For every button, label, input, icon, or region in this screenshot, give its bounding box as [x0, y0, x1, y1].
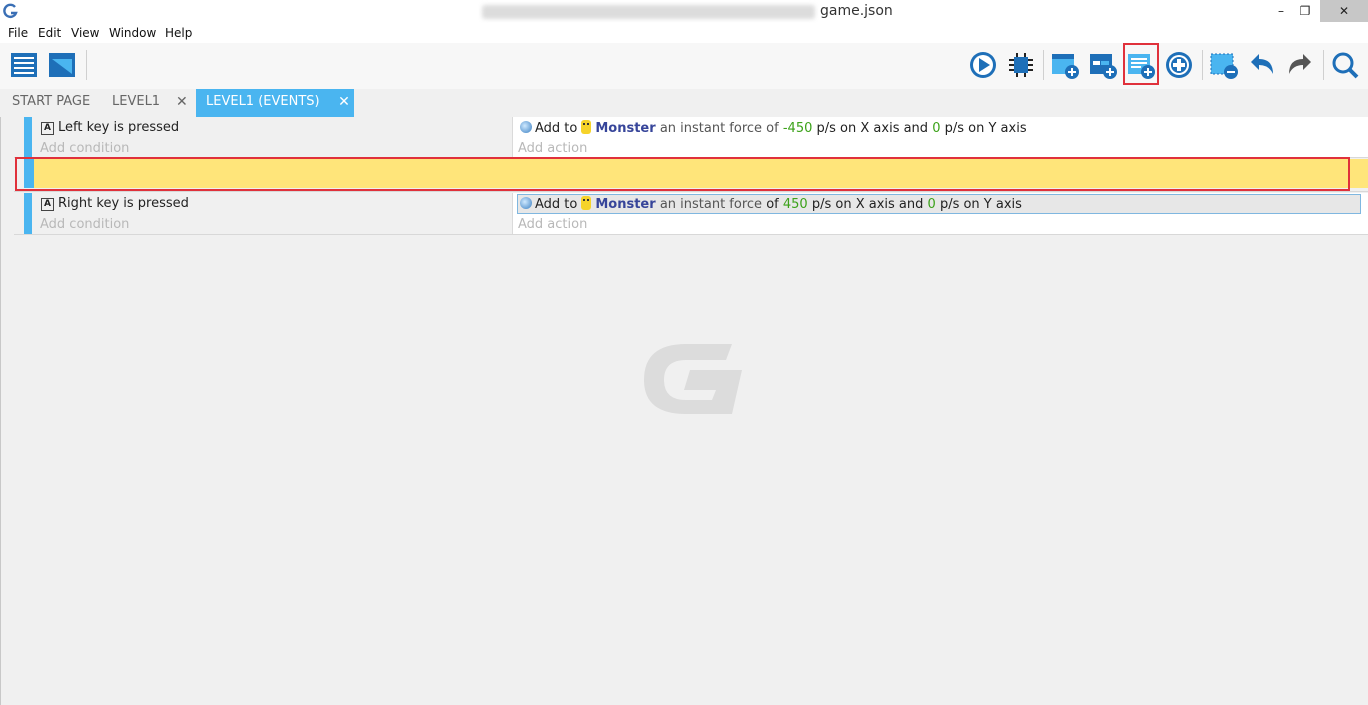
- toolbar: [0, 43, 1368, 89]
- action-object: Monster: [595, 121, 656, 136]
- add-new-icon[interactable]: [1164, 50, 1194, 80]
- title-bar: game.json – ❐ ✕: [0, 0, 1368, 23]
- condition-key: Left: [58, 120, 83, 135]
- event-1-action[interactable]: Add to Monster an instant force of -450 p…: [520, 120, 1027, 136]
- tab-bar: START PAGE LEVEL1 ✕ LEVEL1 (EVENTS) ✕: [0, 89, 1368, 117]
- search-icon[interactable]: [1330, 50, 1360, 80]
- action-y-unit: p/s on Y axis: [939, 197, 1022, 212]
- condition-text: key is pressed: [96, 196, 189, 211]
- toolbar-separator: [1323, 50, 1324, 80]
- row-divider: [14, 191, 1368, 192]
- close-button[interactable]: ✕: [1320, 0, 1368, 22]
- delete-event-icon[interactable]: [1209, 50, 1239, 80]
- play-icon[interactable]: [968, 50, 998, 80]
- row-divider: [14, 234, 1368, 235]
- action-prefix: Add to: [535, 197, 578, 212]
- event-1-add-condition[interactable]: Add condition: [40, 141, 129, 156]
- menu-file[interactable]: File: [8, 26, 28, 40]
- action-x-value: -450: [782, 121, 813, 136]
- tab-level1-close-icon[interactable]: ✕: [176, 89, 188, 115]
- action-mid: an instant force of: [659, 121, 779, 136]
- redo-icon[interactable]: [1285, 50, 1315, 80]
- tab-level1-events-label: LEVEL1 (EVENTS): [206, 94, 320, 109]
- toolbar-separator: [86, 50, 87, 80]
- event-1-condition[interactable]: A Left key is pressed: [41, 120, 179, 135]
- comment-row-highlight: [15, 157, 1350, 191]
- project-manager-icon[interactable]: [9, 50, 39, 80]
- menu-edit[interactable]: Edit: [38, 26, 61, 40]
- action-y-unit: p/s on Y axis: [944, 121, 1027, 136]
- window-title: game.json: [820, 3, 893, 19]
- title-path-redacted: [482, 5, 815, 19]
- menu-bar: File Edit View Window Help: [0, 23, 1368, 43]
- event-2-action[interactable]: Add to Monster an instant force of 450 p/…: [520, 196, 1022, 212]
- action-mid: an instant force: [659, 197, 763, 212]
- tab-level1[interactable]: LEVEL1: [112, 89, 160, 117]
- tab-start-page[interactable]: START PAGE: [12, 89, 90, 117]
- debug-icon[interactable]: [1006, 50, 1036, 80]
- event-2-add-action[interactable]: Add action: [518, 217, 587, 232]
- action-x-unit: p/s on X axis and: [816, 121, 929, 136]
- keyboard-icon: A: [41, 198, 54, 211]
- undo-icon[interactable]: [1247, 50, 1277, 80]
- sheet-left-edge: [0, 117, 1, 705]
- action-y-value: 0: [932, 121, 941, 136]
- action-x-value: 450: [782, 197, 808, 212]
- keyboard-icon: A: [41, 122, 54, 135]
- event-2-bar[interactable]: [24, 193, 32, 234]
- gdevelop-logo-icon: [3, 3, 18, 19]
- event-1-add-action[interactable]: Add action: [518, 141, 587, 156]
- restore-button[interactable]: ❐: [1294, 0, 1316, 22]
- condition-key: Right: [58, 196, 93, 211]
- event-1-bar[interactable]: [24, 117, 32, 157]
- event-2-add-condition[interactable]: Add condition: [40, 217, 129, 232]
- globe-icon: [520, 121, 532, 133]
- menu-help[interactable]: Help: [165, 26, 192, 40]
- action-prefix: Add to: [535, 121, 578, 136]
- tab-level1-events[interactable]: LEVEL1 (EVENTS): [196, 89, 354, 117]
- minimize-button[interactable]: –: [1270, 0, 1292, 22]
- action-x-unit: p/s on X axis and: [811, 197, 924, 212]
- menu-view[interactable]: View: [71, 26, 99, 40]
- action-y-value: 0: [927, 197, 936, 212]
- action-x-prefix: of: [766, 197, 779, 212]
- toolbar-separator: [1043, 50, 1044, 80]
- add-event-icon[interactable]: [1050, 50, 1080, 80]
- toolbar-separator: [1202, 50, 1203, 80]
- add-comment-highlight: [1123, 43, 1159, 85]
- condition-text: key is pressed: [86, 120, 180, 135]
- gdevelop-watermark-icon: [644, 344, 742, 414]
- globe-icon: [520, 197, 532, 209]
- tab-level1-events-close-icon[interactable]: ✕: [334, 89, 354, 117]
- menu-window[interactable]: Window: [109, 26, 156, 40]
- monster-icon: [581, 196, 592, 210]
- add-subevent-icon[interactable]: [1088, 50, 1118, 80]
- monster-icon: [581, 120, 592, 134]
- event-2-condition[interactable]: A Right key is pressed: [41, 196, 189, 211]
- action-object: Monster: [595, 197, 656, 212]
- window-view-icon[interactable]: [47, 50, 77, 80]
